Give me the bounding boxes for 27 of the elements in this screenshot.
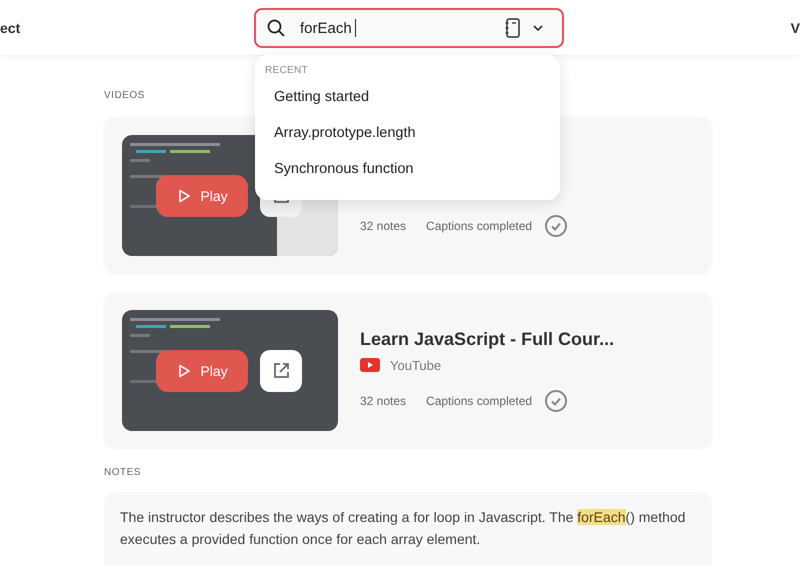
- video-platform-icon: [360, 358, 380, 372]
- notes-count: 32 notes: [360, 218, 406, 232]
- external-link-icon: [271, 361, 291, 381]
- chevron-down-icon[interactable]: [532, 24, 544, 32]
- captions-status: Captions completed: [426, 218, 532, 232]
- note-text: The instructor describes the ways of creating a for loop in Javascript. The forEach() method executes a provided function once for each array element.: [120, 508, 686, 549]
- play-button[interactable]: Play: [156, 350, 248, 392]
- recent-search-item[interactable]: Array.prototype.length: [265, 114, 560, 152]
- captions-status: Captions completed: [426, 394, 532, 408]
- dropdown-heading: RECENT: [265, 65, 309, 76]
- search-icon: [266, 18, 286, 38]
- play-icon: [176, 363, 192, 379]
- section-heading: VIDEOS: [104, 90, 145, 101]
- recent-search-item[interactable]: Getting started: [265, 78, 560, 116]
- notebook-icon[interactable]: [505, 18, 521, 38]
- recent-search-item[interactable]: Synchronous function: [265, 150, 560, 188]
- nav-link[interactable]: ect: [0, 20, 20, 36]
- play-button[interactable]: Play: [156, 175, 248, 217]
- play-icon: [176, 188, 192, 204]
- source-name: YouTube: [390, 358, 442, 372]
- open-link-button[interactable]: [260, 350, 302, 392]
- text-cursor: [355, 19, 356, 37]
- video-title: Learn JavaScript - Full Cour...: [360, 328, 614, 350]
- section-heading: NOTES: [104, 467, 141, 478]
- nav-link[interactable]: V: [790, 20, 800, 36]
- search-field[interactable]: forEach: [254, 8, 564, 48]
- notes-count: 32 notes: [360, 394, 406, 408]
